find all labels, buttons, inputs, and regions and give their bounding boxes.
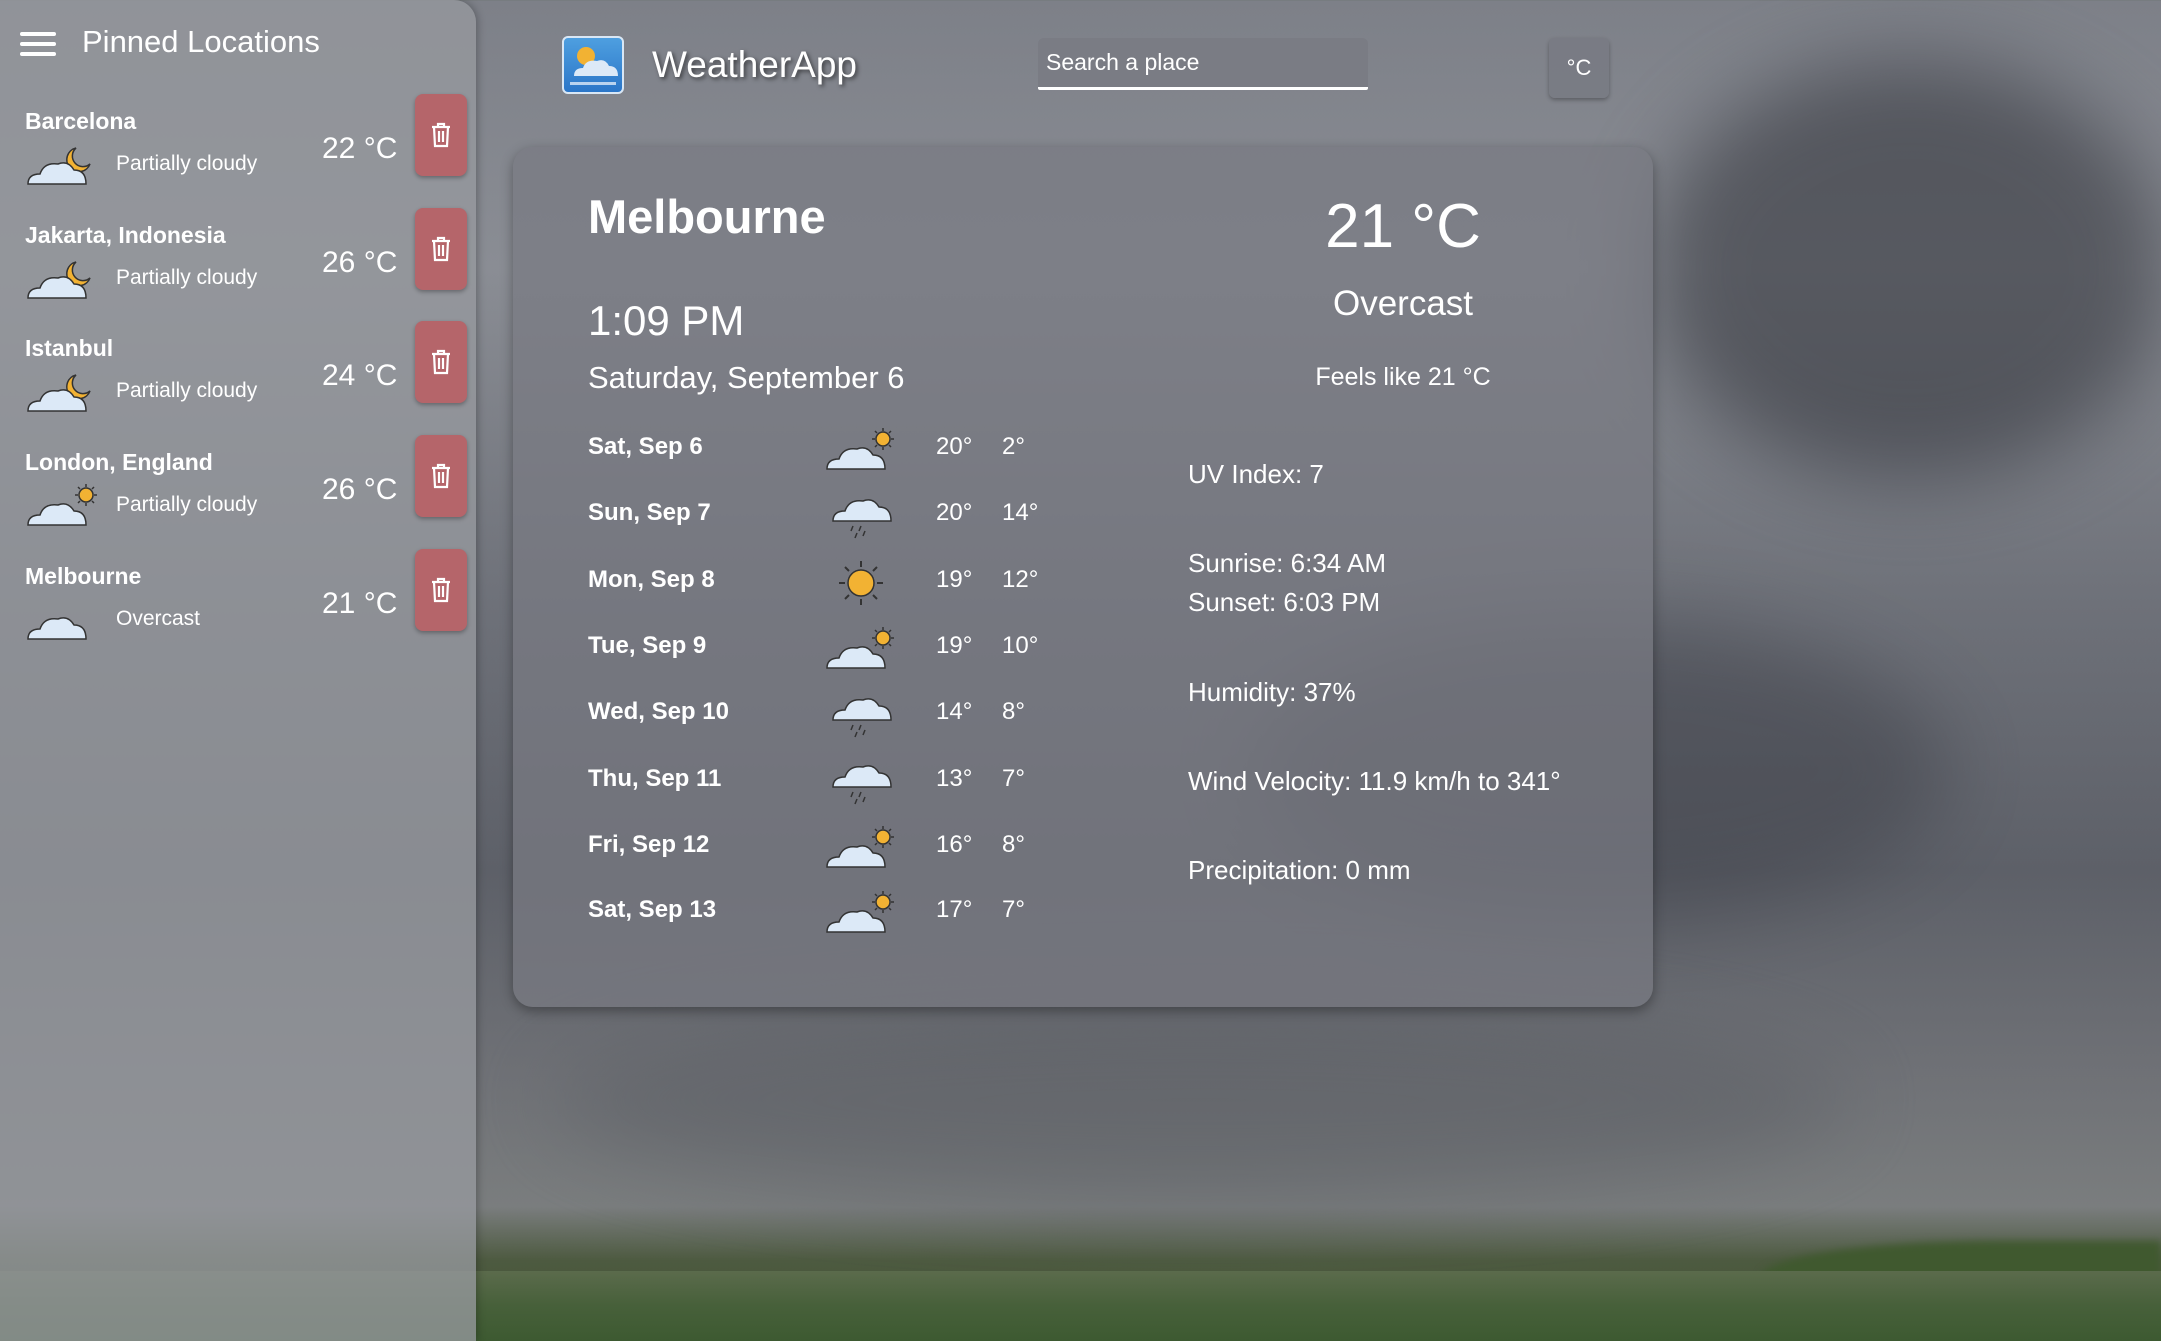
forecast-high: 19° <box>936 632 973 659</box>
rain-cloud-icon <box>832 765 892 805</box>
precipitation: Precipitation: 0 mm <box>1188 855 1411 885</box>
delete-location-button[interactable] <box>415 94 467 176</box>
forecast-day: Fri, Sep 12 <box>588 831 710 858</box>
forecast-day: Sat, Sep 13 <box>588 896 717 923</box>
forecast-low: 7° <box>1002 896 1025 923</box>
location-temp: 24 °C <box>322 359 398 392</box>
trash-icon <box>432 463 450 489</box>
forecast-high: 19° <box>936 566 973 593</box>
sunrise: Sunrise: 6:34 AM <box>1188 548 1386 578</box>
app-title: WeatherApp <box>652 44 857 85</box>
forecast-day: Mon, Sep 8 <box>588 566 715 593</box>
current-condition: Overcast <box>1332 284 1474 323</box>
cloud-sun-icon <box>826 428 894 470</box>
location-condition: Partially cloudy <box>116 379 258 402</box>
location-condition: Partially cloudy <box>116 152 258 175</box>
forecast-low: 8° <box>1002 831 1025 858</box>
forecast-day: Thu, Sep 11 <box>588 765 722 792</box>
rain-cloud-icon <box>832 499 892 539</box>
location-condition: Overcast <box>116 607 201 630</box>
forecast-high: 20° <box>936 433 973 460</box>
location-temp: 26 °C <box>322 473 398 506</box>
local-date: Saturday, September 6 <box>588 360 905 395</box>
forecast-row: Sat, Sep 6 20° 2° <box>588 425 1088 475</box>
forecast-low: 12° <box>1002 566 1039 593</box>
location-condition: Partially cloudy <box>116 266 258 289</box>
delete-location-button[interactable] <box>415 208 467 290</box>
search-input[interactable] <box>1038 38 1368 90</box>
delete-location-button[interactable] <box>415 549 467 631</box>
trash-icon <box>432 349 450 375</box>
app-logo-icon <box>562 36 624 94</box>
cloud-icon <box>27 617 87 640</box>
forecast-low: 2° <box>1002 433 1025 460</box>
trash-icon <box>432 236 450 262</box>
forecast-low: 8° <box>1002 698 1025 725</box>
hamburger-menu-icon[interactable] <box>20 32 56 56</box>
cloud-sun-icon <box>826 826 894 868</box>
background-cloud <box>1650 60 2161 480</box>
sunset: Sunset: 6:03 PM <box>1188 587 1381 617</box>
forecast-high: 14° <box>936 698 973 725</box>
forecast-row: Sat, Sep 13 17° 7° <box>588 888 1088 938</box>
location-temp: 22 °C <box>322 132 398 165</box>
forecast-day: Sun, Sep 7 <box>588 499 711 526</box>
rain-cloud-icon <box>832 698 892 738</box>
forecast-row: Sun, Sep 7 20° 14° <box>588 491 1088 541</box>
current-temperature: 21 °C <box>1325 192 1481 261</box>
feels-like: Feels like 21 °C <box>1315 363 1491 391</box>
pinned-location-item[interactable]: London, England Partially cloudy 26 °C <box>0 435 476 549</box>
location-name: Barcelona <box>25 108 137 134</box>
location-name: Istanbul <box>25 335 114 361</box>
cloud-moon-icon <box>27 147 91 185</box>
location-name: Melbourne <box>25 563 142 589</box>
forecast-row: Wed, Sep 10 14° 8° <box>588 690 1088 740</box>
location-name: London, England <box>25 449 213 475</box>
delete-location-button[interactable] <box>415 435 467 517</box>
pinned-location-item[interactable]: Barcelona Partially cloudy 22 °C <box>0 94 476 208</box>
cloud-sun-icon <box>826 891 894 933</box>
trash-icon <box>432 577 450 603</box>
sun-icon <box>839 561 883 605</box>
pinned-location-item[interactable]: Melbourne Overcast 21 °C <box>0 549 476 663</box>
cloud-sun-icon <box>826 627 894 669</box>
forecast-day: Sat, Sep 6 <box>588 433 703 460</box>
trash-icon <box>432 122 450 148</box>
location-temp: 21 °C <box>322 587 398 620</box>
uv-index: UV Index: 7 <box>1188 459 1324 489</box>
forecast-day: Tue, Sep 9 <box>588 632 707 659</box>
forecast-row: Thu, Sep 11 13° 7° <box>588 757 1088 807</box>
forecast-low: 14° <box>1002 499 1039 526</box>
current-weather-card: Melbourne 1:09 PM Saturday, September 6 … <box>513 147 1653 1007</box>
forecast-high: 13° <box>936 765 973 792</box>
pinned-locations-sidebar: Pinned Locations Barcelona Partially clo… <box>0 0 476 1341</box>
pinned-location-item[interactable]: Istanbul Partially cloudy 24 °C <box>0 321 476 435</box>
forecast-low: 7° <box>1002 765 1025 792</box>
temperature-unit-button[interactable]: °C <box>1549 38 1609 98</box>
location-temp: 26 °C <box>322 246 398 279</box>
pinned-location-item[interactable]: Jakarta, Indonesia Partially cloudy 26 °… <box>0 208 476 322</box>
forecast-high: 20° <box>936 499 973 526</box>
wind-velocity: Wind Velocity: 11.9 km/h to 341° <box>1188 766 1561 796</box>
forecast-high: 17° <box>936 896 973 923</box>
delete-location-button[interactable] <box>415 321 467 403</box>
cloud-moon-icon <box>27 261 91 299</box>
forecast-row: Tue, Sep 9 19° 10° <box>588 624 1088 674</box>
location-condition: Partially cloudy <box>116 493 258 516</box>
cloud-moon-icon <box>27 374 91 412</box>
forecast-row: Mon, Sep 8 19° 12° <box>588 558 1088 608</box>
forecast-high: 16° <box>936 831 973 858</box>
location-name: Jakarta, Indonesia <box>25 222 226 248</box>
local-time: 1:09 PM <box>588 297 745 344</box>
forecast-day: Wed, Sep 10 <box>588 698 729 725</box>
forecast-row: Fri, Sep 12 16° 8° <box>588 823 1088 873</box>
forecast-low: 10° <box>1002 632 1039 659</box>
sidebar-title: Pinned Locations <box>82 24 320 59</box>
cloud-sun-icon <box>27 484 97 526</box>
humidity: Humidity: 37% <box>1188 677 1356 707</box>
city-name: Melbourne <box>588 190 826 243</box>
background-cloud <box>550 1000 1850 1200</box>
